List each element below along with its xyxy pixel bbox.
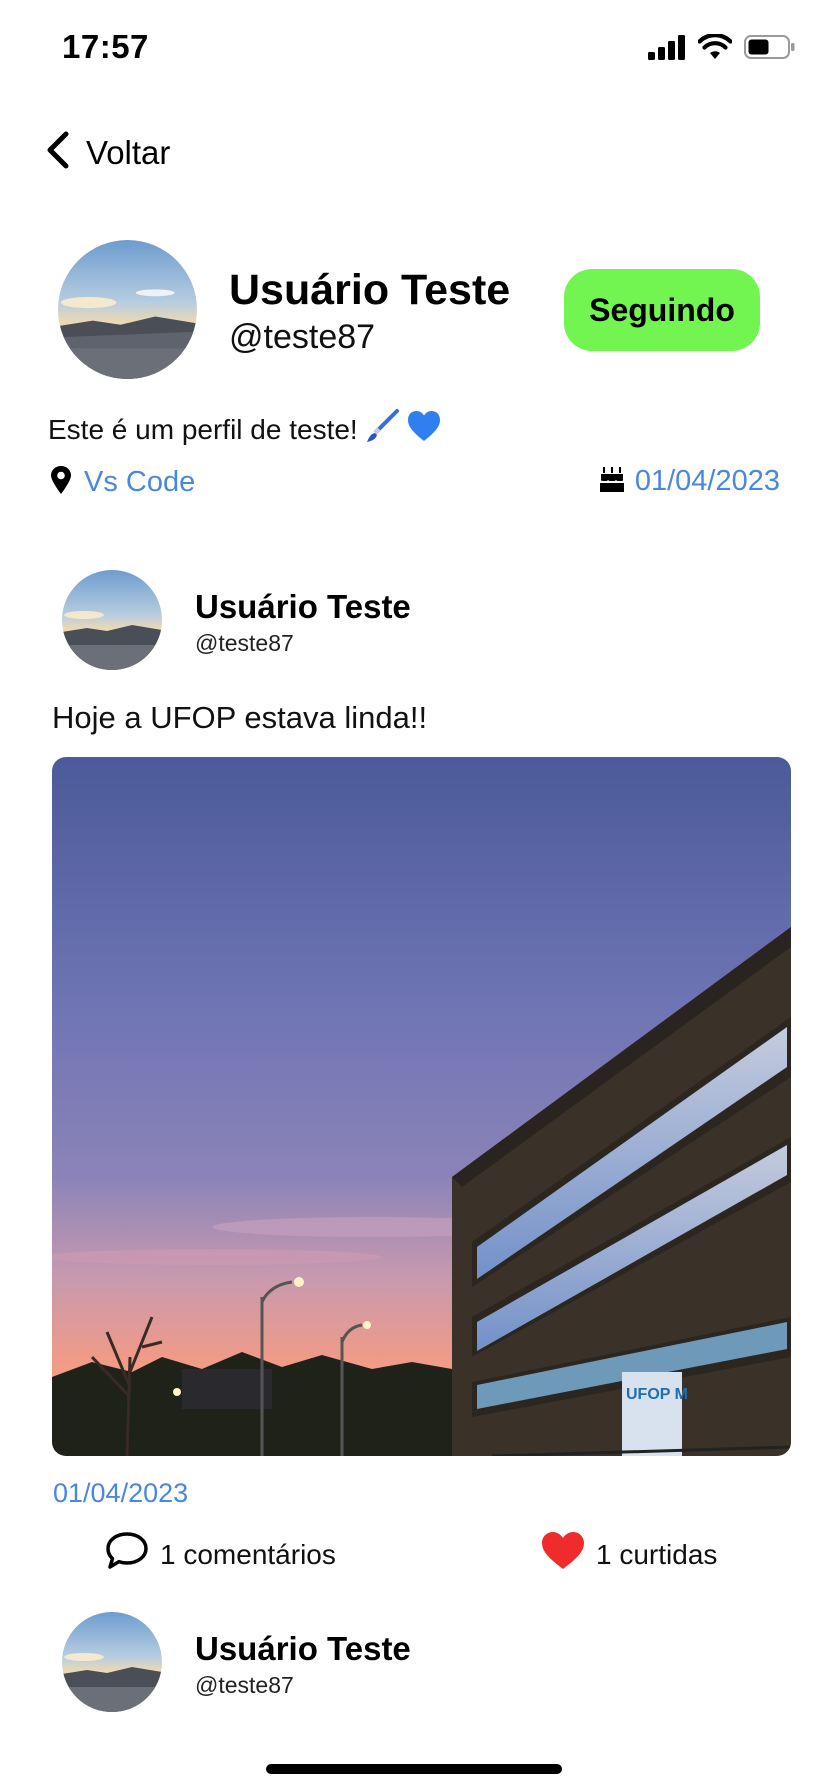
back-button[interactable]: Voltar	[44, 130, 170, 175]
profile-name: Usuário Teste	[229, 266, 511, 314]
comments-button[interactable]: 1 comentários	[104, 1530, 336, 1579]
post-avatar[interactable]	[62, 570, 162, 670]
post-author-handle: @teste87	[195, 1672, 294, 1698]
profile-bio: Este é um perfil de teste!	[48, 408, 442, 451]
heart-icon	[540, 1530, 586, 1579]
post-avatar[interactable]	[62, 1612, 162, 1712]
blue-heart-icon	[406, 409, 442, 450]
chevron-left-icon	[44, 130, 72, 175]
battery-icon	[744, 34, 796, 65]
profile-location: Vs Code	[50, 465, 195, 500]
post-text: Hoje a UFOP estava linda!!	[52, 700, 428, 735]
profile-avatar[interactable]	[58, 240, 197, 379]
signal-icon	[648, 34, 686, 65]
paintbrush-icon	[364, 408, 400, 451]
comments-count: 1 comentários	[160, 1538, 336, 1570]
comment-bubble-icon	[104, 1530, 150, 1579]
post-author-name: Usuário Teste	[195, 1630, 411, 1667]
location-pin-icon	[50, 465, 72, 500]
back-label: Voltar	[86, 133, 171, 171]
post-author-handle: @teste87	[195, 630, 294, 656]
post-date: 01/04/2023	[53, 1478, 189, 1508]
profile-joined: 01/04/2023	[599, 465, 780, 498]
bio-text: Este é um perfil de teste!	[48, 413, 358, 445]
status-time: 17:57	[62, 28, 149, 65]
joined-date: 01/04/2023	[634, 465, 780, 497]
wifi-icon	[697, 33, 733, 65]
post-image[interactable]: UFOP M	[52, 757, 791, 1456]
likes-count: 1 curtidas	[596, 1538, 718, 1570]
following-button[interactable]: Seguindo	[564, 269, 760, 351]
birthday-cake-icon	[599, 465, 625, 498]
home-indicator[interactable]	[266, 1764, 562, 1774]
profile-handle: @teste87	[229, 318, 376, 356]
svg-text:UFOP M: UFOP M	[626, 1386, 688, 1403]
post-author-name: Usuário Teste	[195, 588, 411, 625]
like-button[interactable]: 1 curtidas	[540, 1530, 717, 1579]
status-icons	[648, 33, 796, 65]
location-link[interactable]: Vs Code	[84, 466, 195, 499]
